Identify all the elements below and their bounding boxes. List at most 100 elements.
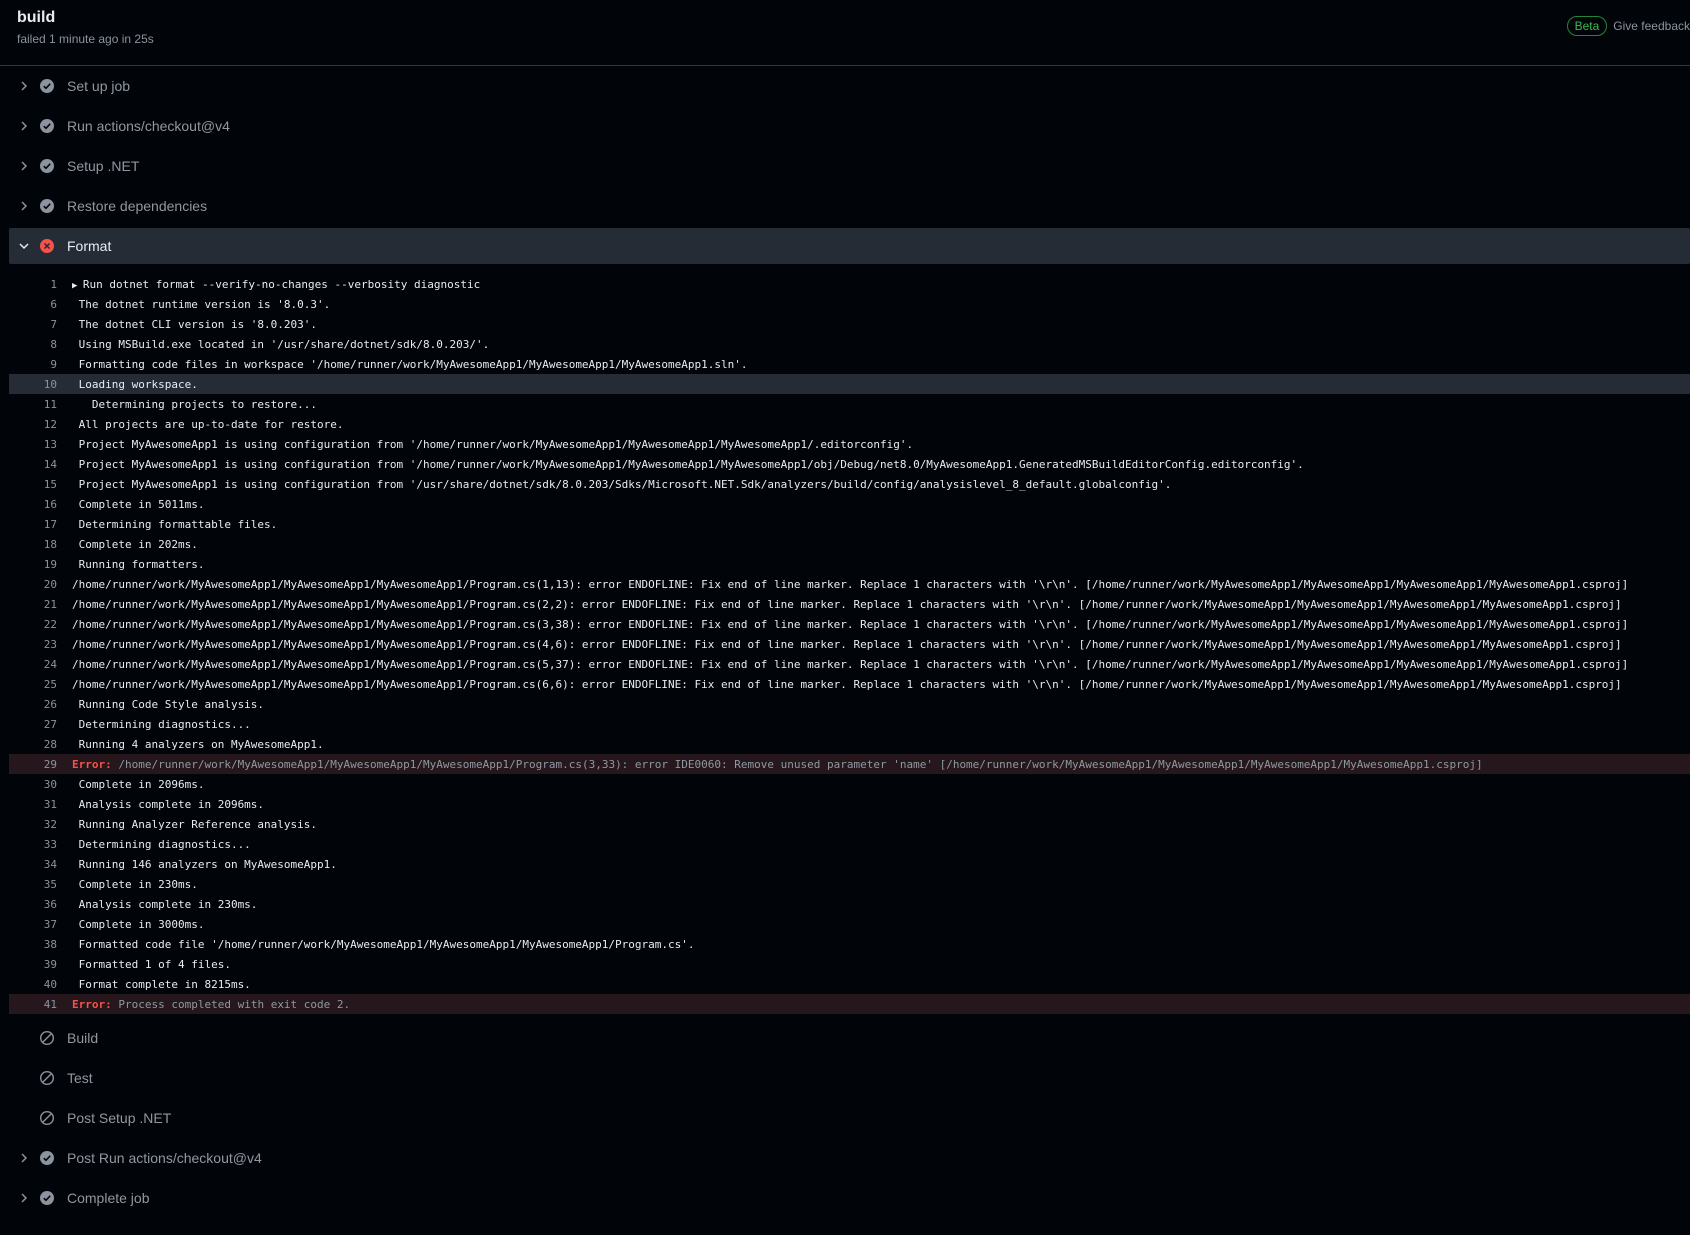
log-line: 23/home/runner/work/MyAwesomeApp1/MyAwes… (9, 634, 1690, 654)
log-line: 24/home/runner/work/MyAwesomeApp1/MyAwes… (9, 654, 1690, 674)
log-message: /home/runner/work/MyAwesomeApp1/MyAwesom… (72, 657, 1629, 671)
step-run-actions-checkout-v4[interactable]: Run actions/checkout@v4 (9, 106, 1690, 146)
line-number[interactable]: 17 (9, 518, 57, 531)
give-feedback-link[interactable]: Give feedback (1613, 19, 1690, 33)
log-line: 21/home/runner/work/MyAwesomeApp1/MyAwes… (9, 594, 1690, 614)
line-number[interactable]: 31 (9, 798, 57, 811)
line-number[interactable]: 32 (9, 818, 57, 831)
log-line: 1 ▶ Run dotnet format --verify-no-changes… (9, 274, 1690, 294)
log-text: Formatted 1 of 4 files. (72, 958, 231, 971)
line-number[interactable]: 23 (9, 638, 57, 651)
line-number[interactable]: 30 (9, 778, 57, 791)
step-test[interactable]: Test (9, 1058, 1690, 1098)
line-number[interactable]: 24 (9, 658, 57, 671)
log-line: 28 Running 4 analyzers on MyAwesomeApp1. (9, 734, 1690, 754)
log-text: Formatted code file '/home/runner/work/M… (72, 938, 695, 951)
line-number[interactable]: 1 (9, 278, 57, 291)
step-name: Complete job (67, 1190, 150, 1206)
step-format[interactable]: Format (9, 228, 1690, 264)
line-number[interactable]: 11 (9, 398, 57, 411)
log-message: /home/runner/work/MyAwesomeApp1/MyAwesom… (72, 637, 1622, 651)
line-number[interactable]: 7 (9, 318, 57, 331)
line-number[interactable]: 34 (9, 858, 57, 871)
log-message: Analysis complete in 230ms. (72, 897, 258, 911)
log-line: 29 Error: /home/runner/work/MyAwesomeApp1… (9, 754, 1690, 774)
line-number[interactable]: 22 (9, 618, 57, 631)
log-line: 22/home/runner/work/MyAwesomeApp1/MyAwes… (9, 614, 1690, 634)
chevron-down-icon (9, 240, 39, 252)
log-text: Format complete in 8215ms. (72, 978, 251, 991)
log-line: 26 Running Code Style analysis. (9, 694, 1690, 714)
line-number[interactable]: 35 (9, 878, 57, 891)
line-number[interactable]: 8 (9, 338, 57, 351)
log-line: 32 Running Analyzer Reference analysis. (9, 814, 1690, 834)
line-number[interactable]: 21 (9, 598, 57, 611)
line-number[interactable]: 27 (9, 718, 57, 731)
line-number[interactable]: 18 (9, 538, 57, 551)
log-message: Project MyAwesomeApp1 is using configura… (72, 437, 914, 451)
expand-triangle-icon[interactable]: ▶ (72, 281, 83, 291)
line-number[interactable]: 16 (9, 498, 57, 511)
step-name: Run actions/checkout@v4 (67, 118, 230, 134)
line-number[interactable]: 6 (9, 298, 57, 311)
step-name: Setup .NET (67, 158, 140, 174)
log-line: 14 Project MyAwesomeApp1 is using config… (9, 454, 1690, 474)
log-message: Complete in 202ms. (72, 537, 198, 551)
step-complete-job[interactable]: Complete job (9, 1178, 1690, 1218)
log-text: /home/runner/work/MyAwesomeApp1/MyAwesom… (72, 678, 1622, 691)
log-text: /home/runner/work/MyAwesomeApp1/MyAwesom… (72, 618, 1628, 631)
log-text: Determining formattable files. (72, 518, 278, 531)
step-restore-dependencies[interactable]: Restore dependencies (9, 186, 1690, 226)
step-post-setup-net[interactable]: Post Setup .NET (9, 1098, 1690, 1138)
step-setup-net[interactable]: Setup .NET (9, 146, 1690, 186)
log-line: 11 Determining projects to restore... (9, 394, 1690, 414)
log-message: /home/runner/work/MyAwesomeApp1/MyAwesom… (72, 677, 1622, 691)
check-circle-icon (39, 78, 63, 94)
log-text: Analysis complete in 2096ms. (72, 798, 264, 811)
line-number[interactable]: 37 (9, 918, 57, 931)
step-name: Test (67, 1070, 93, 1086)
log-message: /home/runner/work/MyAwesomeApp1/MyAwesom… (72, 617, 1629, 631)
line-number[interactable]: 19 (9, 558, 57, 571)
log-text: Determining diagnostics... (72, 718, 251, 731)
log-message: The dotnet CLI version is '8.0.203'. (72, 317, 318, 331)
line-number[interactable]: 14 (9, 458, 57, 471)
line-number[interactable]: 15 (9, 478, 57, 491)
line-number[interactable]: 40 (9, 978, 57, 991)
line-number[interactable]: 10 (9, 378, 57, 391)
log-line: 37 Complete in 3000ms. (9, 914, 1690, 934)
log-line: 33 Determining diagnostics... (9, 834, 1690, 854)
line-number[interactable]: 38 (9, 938, 57, 951)
line-number[interactable]: 20 (9, 578, 57, 591)
log-text: /home/runner/work/MyAwesomeApp1/MyAwesom… (72, 598, 1622, 611)
log-text: All projects are up-to-date for restore. (72, 418, 344, 431)
failure-icon (39, 238, 63, 254)
log-line: 6 The dotnet runtime version is '8.0.3'. (9, 294, 1690, 314)
log-text: Running 146 analyzers on MyAwesomeApp1. (72, 858, 337, 871)
line-number[interactable]: 39 (9, 958, 57, 971)
line-number[interactable]: 29 (9, 758, 57, 771)
chevron-right-icon (9, 120, 39, 132)
job-header: build failed 1 minute ago in 25s Beta Gi… (0, 0, 1690, 66)
line-number[interactable]: 12 (9, 418, 57, 431)
log-message: Complete in 5011ms. (72, 497, 205, 511)
line-number[interactable]: 13 (9, 438, 57, 451)
line-number[interactable]: 26 (9, 698, 57, 711)
line-number[interactable]: 28 (9, 738, 57, 751)
line-number[interactable]: 9 (9, 358, 57, 371)
step-set-up-job[interactable]: Set up job (9, 66, 1690, 106)
step-post-run-actions-checkout-v4[interactable]: Post Run actions/checkout@v4 (9, 1138, 1690, 1178)
step-build[interactable]: Build (9, 1018, 1690, 1058)
log-line: 36 Analysis complete in 230ms. (9, 894, 1690, 914)
log-line: 30 Complete in 2096ms. (9, 774, 1690, 794)
line-number[interactable]: 25 (9, 678, 57, 691)
check-circle-icon (39, 198, 63, 214)
line-number[interactable]: 33 (9, 838, 57, 851)
step-name: Restore dependencies (67, 198, 208, 214)
line-number[interactable]: 36 (9, 898, 57, 911)
log-text: Determining diagnostics... (72, 838, 251, 851)
check-circle-icon (39, 1190, 63, 1206)
log-message: Running Code Style analysis. (72, 697, 265, 711)
line-number[interactable]: 41 (9, 998, 57, 1011)
log-message: Using MSBuild.exe located in '/usr/share… (72, 337, 490, 351)
